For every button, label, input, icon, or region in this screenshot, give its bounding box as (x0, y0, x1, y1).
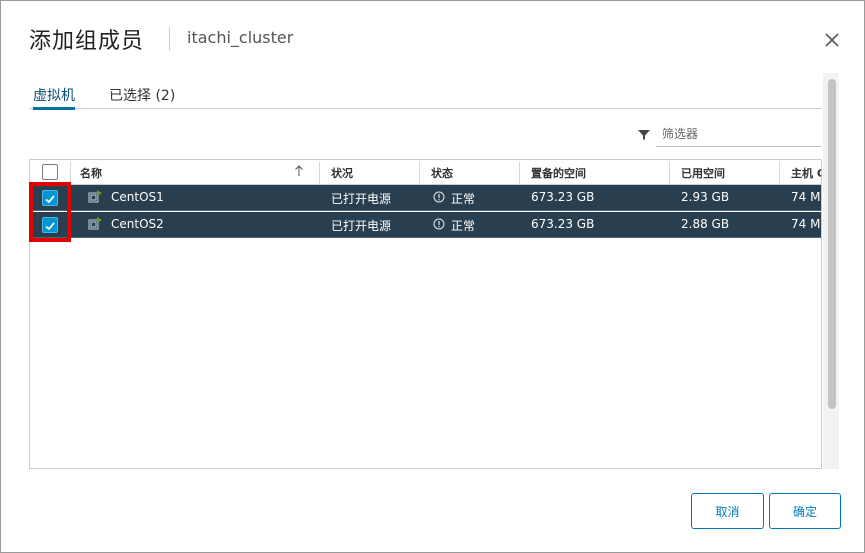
column-header-used[interactable]: 已用空间 (681, 165, 725, 181)
column-divider (419, 162, 420, 184)
info-circle-icon (433, 218, 445, 230)
column-divider (779, 162, 780, 184)
tab-bar: 虚拟机 已选择 (2) (29, 81, 821, 110)
vm-icon (88, 190, 102, 203)
column-header-provisioned[interactable]: 置备的空间 (531, 165, 586, 181)
grid-header: 名称 状况 状态 置备的空间 已用空间 主机 C (30, 160, 821, 185)
vm-icon (88, 217, 102, 230)
vm-status: 正常 (451, 192, 476, 206)
column-header-host[interactable]: 主机 C (791, 165, 821, 181)
table-row[interactable]: CentOS2 已打开电源 正常 673.23 GB 2.88 GB 74 M (30, 212, 821, 238)
add-group-member-dialog: 添加组成员 itachi_cluster 虚拟机 已选择 (2) 名称 状况 状… (0, 0, 865, 553)
ok-button[interactable]: 确定 (769, 493, 841, 529)
column-header-name[interactable]: 名称 (80, 165, 102, 181)
column-header-status[interactable]: 状态 (431, 165, 453, 181)
vm-condition: 已打开电源 (331, 192, 392, 206)
dialog-subtitle: itachi_cluster (187, 28, 294, 47)
vm-provisioned-space: 673.23 GB (531, 217, 595, 231)
vm-condition: 已打开电源 (331, 219, 392, 233)
select-all-checkbox[interactable] (42, 164, 58, 180)
scrollbar-thumb[interactable] (828, 79, 836, 409)
column-header-condition[interactable]: 状况 (331, 165, 353, 181)
vm-provisioned-space: 673.23 GB (531, 190, 595, 204)
vm-host: 74 M (791, 190, 821, 204)
close-button[interactable] (821, 29, 843, 51)
arrow-up-icon[interactable] (294, 164, 304, 178)
column-divider (519, 162, 520, 184)
tab-selected[interactable]: 已选择 (2) (109, 85, 175, 109)
filter-input[interactable] (656, 121, 821, 147)
vm-host: 74 M (791, 217, 821, 231)
close-icon (825, 33, 839, 47)
info-circle-icon (433, 191, 445, 203)
checkbox-highlight-annotation (29, 182, 71, 242)
vm-name[interactable]: CentOS2 (111, 217, 164, 231)
title-divider (169, 27, 170, 51)
tab-virtual-machines[interactable]: 虚拟机 (33, 85, 75, 110)
dialog-title: 添加组成员 (29, 29, 145, 54)
vm-used-space: 2.88 GB (681, 217, 730, 231)
vm-used-space: 2.93 GB (681, 190, 730, 204)
column-divider (669, 162, 670, 184)
filter-icon[interactable] (638, 129, 650, 141)
cancel-button[interactable]: 取消 (691, 493, 764, 529)
column-divider (319, 162, 320, 184)
column-divider (70, 162, 71, 184)
vm-status: 正常 (451, 219, 476, 233)
table-row[interactable]: CentOS1 已打开电源 正常 673.23 GB 2.93 GB 74 M (30, 185, 821, 211)
vm-name[interactable]: CentOS1 (111, 190, 164, 204)
vm-datagrid: 名称 状况 状态 置备的空间 已用空间 主机 C CentOS1 已打开电源 正… (29, 159, 822, 469)
